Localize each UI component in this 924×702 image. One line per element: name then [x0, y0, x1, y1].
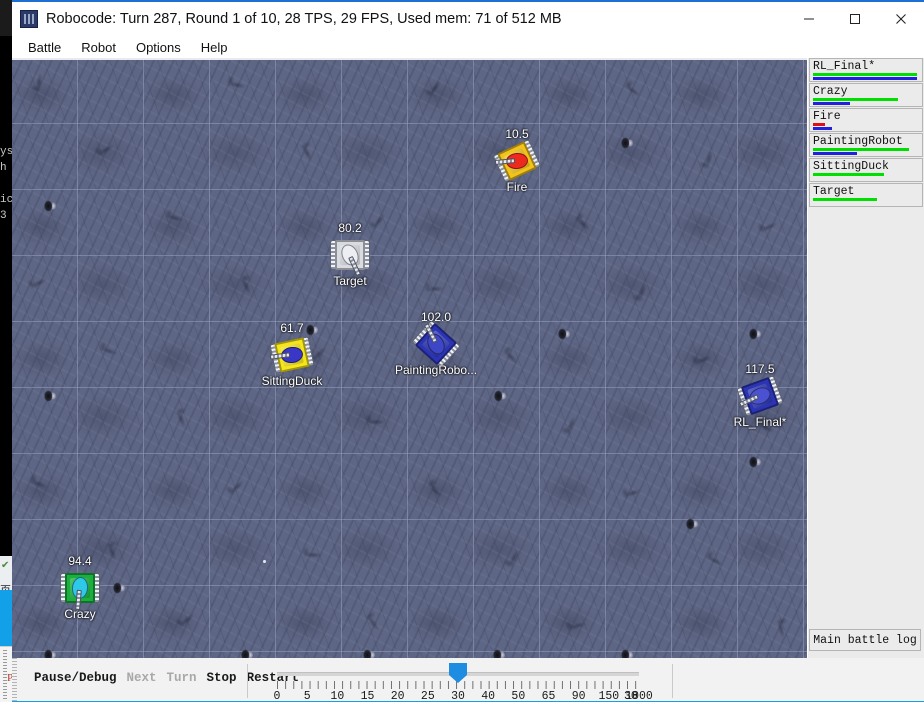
menu-bar: Battle Robot Options Help — [12, 36, 924, 58]
checkmark-icon: ✔ — [1, 560, 10, 571]
battlefield-top-border — [12, 58, 807, 60]
robot-energy-label: 80.2 — [338, 221, 362, 235]
battlefield[interactable]: 10.5 Fire 80.2 Target 61.7 SittingDuck 102.0 Pa… — [12, 58, 807, 658]
menu-item-robot[interactable]: Robot — [71, 39, 126, 56]
robot-buttons: RL_Final* Crazy Fire PaintingRobot SittingDu… — [809, 58, 923, 208]
explosion-debris — [43, 387, 57, 405]
robot-name-label: Crazy — [64, 607, 96, 621]
robot-button-rlfinal[interactable]: RL_Final* — [809, 58, 923, 82]
explosion-debris — [557, 325, 571, 343]
robot-energy-bar — [813, 148, 909, 151]
control-separator-right — [672, 664, 673, 698]
maximize-button[interactable] — [832, 2, 878, 36]
title-bar[interactable]: Robocode: Turn 287, Round 1 of 10, 28 TP… — [12, 2, 924, 36]
robot-name-label: RL_Final* — [733, 415, 787, 429]
explosion-debris — [492, 646, 506, 658]
battlefield-texture-smudge — [299, 546, 327, 564]
explosion-debris — [620, 646, 634, 658]
robot-button-target[interactable]: Target — [809, 183, 923, 207]
robot-name-label: Target — [333, 274, 367, 288]
robot-damage-bar — [813, 123, 825, 126]
robot-energy-label: 117.5 — [745, 362, 775, 376]
robot-energy-bar — [813, 198, 877, 201]
control-pause-debug[interactable]: Pause/Debug — [34, 671, 117, 685]
explosion-debris — [112, 579, 126, 597]
robot-button-fire[interactable]: Fire — [809, 108, 923, 132]
bottom-bar-edge — [12, 658, 17, 702]
explosion-debris — [43, 646, 57, 658]
battlefield-texture-smudge — [421, 280, 449, 298]
robot-name-label: Fire — [506, 180, 528, 194]
robot-name-label: PaintingRobo... — [394, 363, 478, 377]
menu-item-battle[interactable]: Battle — [18, 39, 71, 56]
robot-scan-bar — [813, 77, 917, 80]
robocode-icon — [20, 10, 38, 28]
robot-energy-bar — [813, 73, 917, 76]
explosion-debris — [43, 197, 57, 215]
robot-name-label: SittingDuck — [261, 374, 323, 388]
robot-energy-bar — [813, 98, 898, 101]
tps-slider[interactable]: 0 5 10 15 20 25 30 40 50 65 90 150 1000 — [262, 661, 662, 702]
explosion-debris — [748, 453, 762, 471]
window-controls — [786, 2, 924, 36]
menu-item-options[interactable]: Options — [126, 39, 191, 56]
control-turn: Turn — [166, 671, 197, 685]
robot-body — [60, 571, 100, 611]
robot-button-label: Target — [813, 185, 855, 198]
robot-energy-label: 61.7 — [280, 321, 304, 335]
robocode-window: Robocode: Turn 287, Round 1 of 10, 28 TP… — [12, 0, 924, 702]
robot-button-label: Crazy — [813, 85, 848, 98]
explosion-debris — [748, 325, 762, 343]
robot-button-sittingduck[interactable]: SittingDuck — [809, 158, 923, 182]
explosion-debris — [240, 646, 254, 658]
explosion-debris — [685, 515, 699, 533]
battlefield-texture-smudge — [363, 414, 389, 430]
robot-energy-label: 94.4 — [68, 554, 92, 568]
control-next: Next — [126, 671, 157, 685]
robot-button-crazy[interactable]: Crazy — [809, 83, 923, 107]
minimize-button[interactable] — [786, 2, 832, 36]
menu-item-help[interactable]: Help — [191, 39, 238, 56]
robot-button-label: Fire — [813, 110, 841, 123]
close-button[interactable] — [878, 2, 924, 36]
bottom-control-bar: Pause/Debug Next Turn Stop Restart 0 5 10 15 20 2… — [12, 658, 924, 702]
screen: yshic3 ✔ 页目 P Robocode: Turn 287, Round … — [0, 0, 924, 702]
control-separator-left — [247, 664, 248, 698]
robot-scan-bar — [813, 127, 832, 130]
explosion-debris — [620, 134, 634, 152]
main-battle-log-button[interactable]: Main battle log — [809, 629, 921, 651]
robot-button-label: SittingDuck — [813, 160, 889, 173]
window-title: Robocode: Turn 287, Round 1 of 10, 28 TP… — [46, 11, 562, 27]
tps-slider-thumb[interactable] — [449, 663, 467, 683]
explosion-debris — [493, 387, 507, 405]
robot-scan-bar — [813, 102, 850, 105]
robot-body — [330, 238, 370, 277]
robot-button-label: RL_Final* — [813, 60, 876, 73]
robot-scan-bar — [813, 152, 857, 155]
explosion-debris — [362, 646, 376, 658]
robot-button-paintingrobot[interactable]: PaintingRobot — [809, 133, 923, 157]
robot-energy-label: 10.5 — [505, 127, 529, 141]
robot-energy-label: 102.0 — [420, 310, 452, 324]
main-battle-log-label: Main battle log — [813, 633, 917, 647]
robot-energy-bar — [813, 173, 884, 176]
bullet — [263, 560, 266, 563]
control-stop[interactable]: Stop — [207, 671, 237, 685]
robot-button-label: PaintingRobot — [813, 135, 903, 148]
robot-list-panel: RL_Final* Crazy Fire PaintingRobot SittingDu… — [807, 58, 924, 658]
